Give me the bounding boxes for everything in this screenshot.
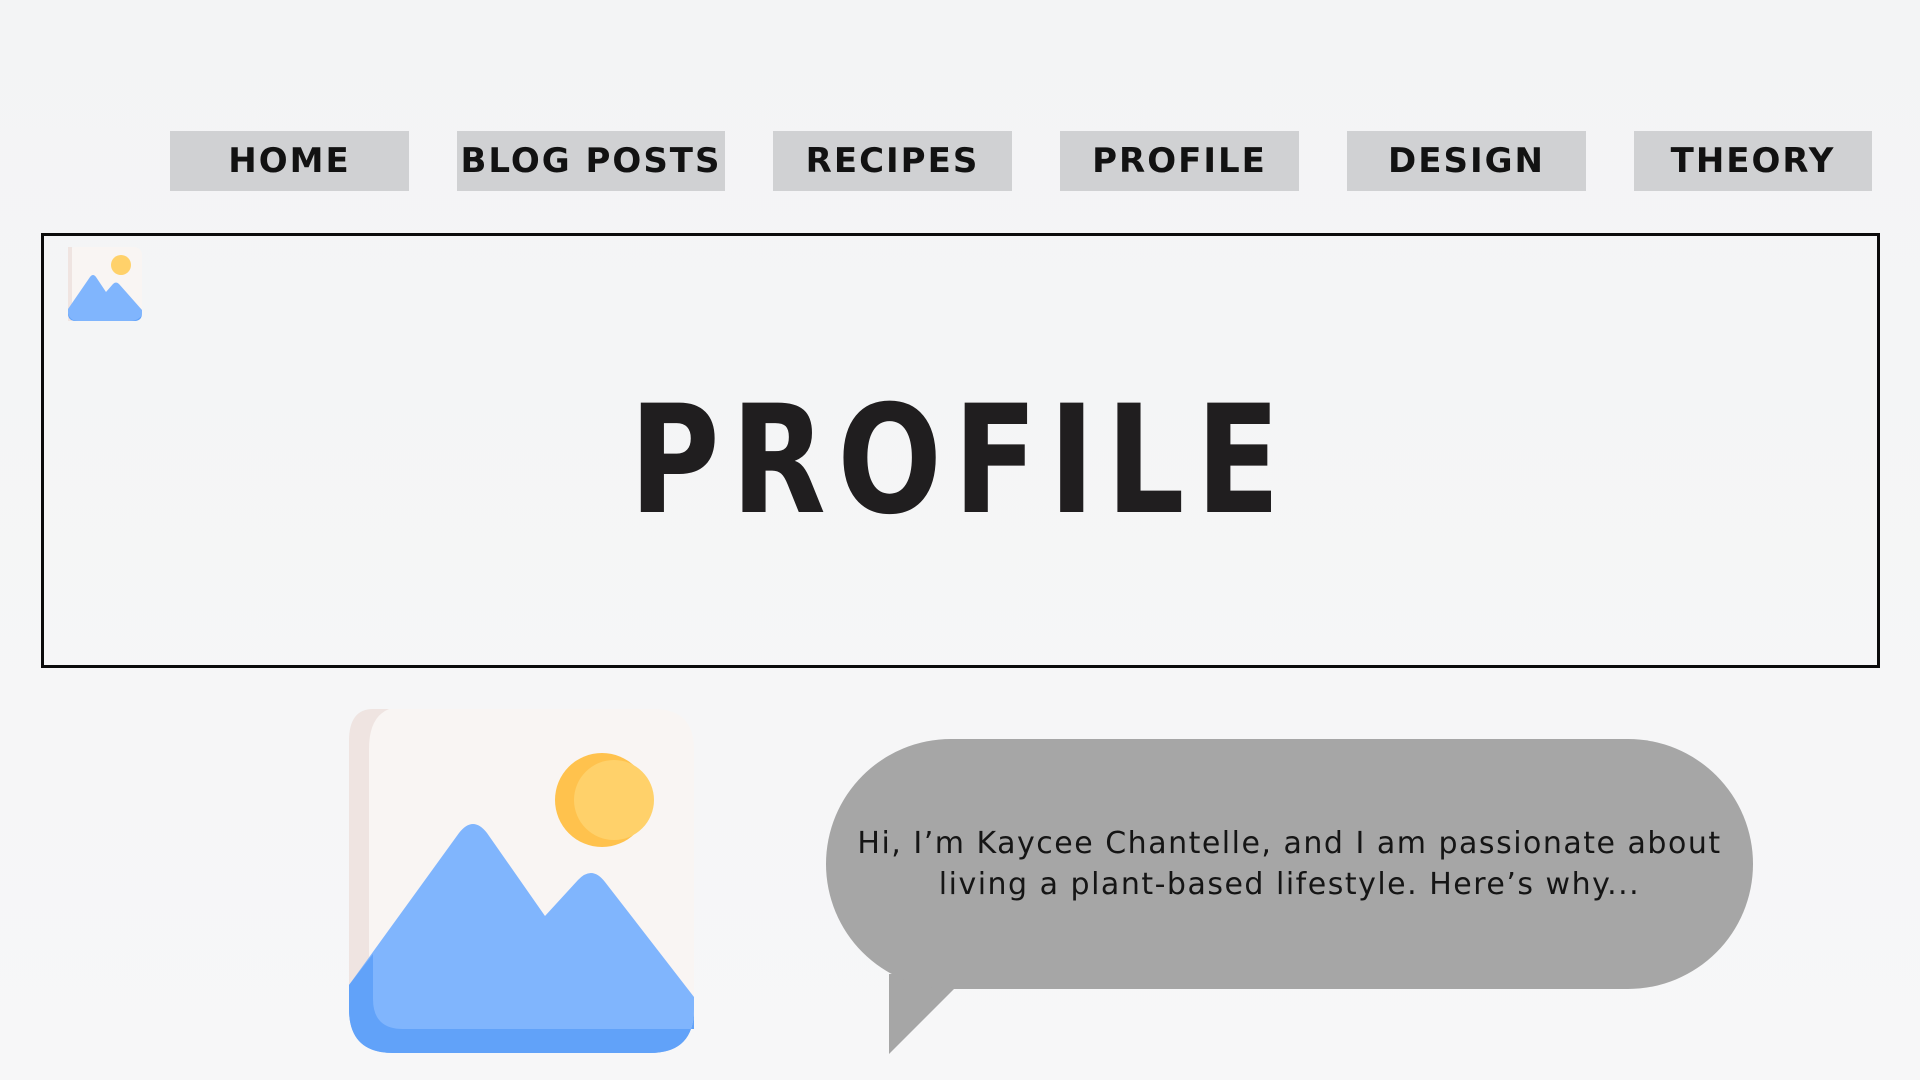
- speech-bubble: Hi, I’m Kaycee Chantelle, and I am passi…: [826, 739, 1753, 989]
- hero-banner: PROFILE: [41, 233, 1880, 668]
- profile-intro-text: Hi, I’m Kaycee Chantelle, and I am passi…: [850, 823, 1730, 905]
- profile-image-placeholder-icon: [349, 709, 694, 1053]
- page-title: PROFILE: [629, 374, 1292, 548]
- nav-design-button[interactable]: DESIGN: [1347, 131, 1586, 191]
- nav-blog-posts-button[interactable]: BLOG POSTS: [457, 131, 725, 191]
- nav-profile-button[interactable]: PROFILE: [1060, 131, 1299, 191]
- nav-recipes-button[interactable]: RECIPES: [773, 131, 1012, 191]
- profile-intro-line-2: living a plant-based lifestyle. Here’s w…: [938, 867, 1641, 902]
- nav-home-button[interactable]: HOME: [170, 131, 409, 191]
- profile-intro-line-1: Hi, I’m Kaycee Chantelle, and I am passi…: [857, 826, 1722, 861]
- nav-theory-button[interactable]: THEORY: [1634, 131, 1872, 191]
- image-placeholder-icon: [68, 247, 142, 321]
